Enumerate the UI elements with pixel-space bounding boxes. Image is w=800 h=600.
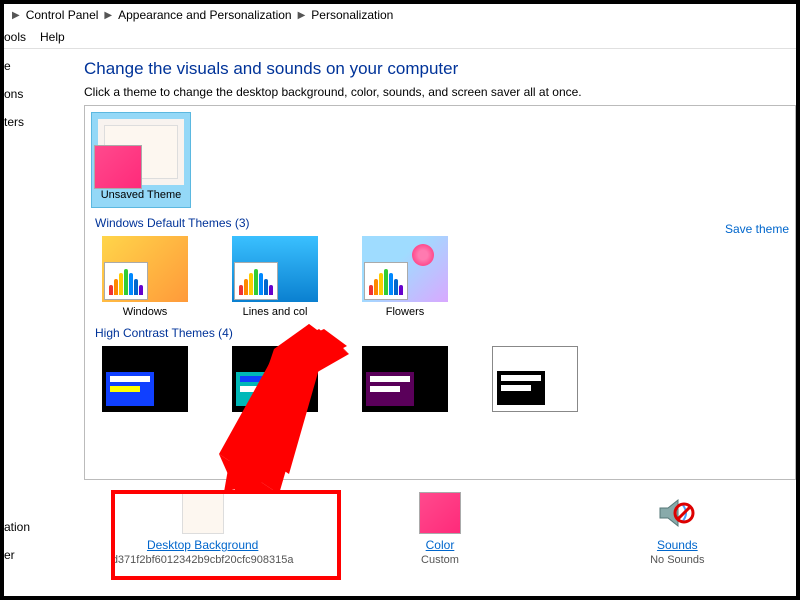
crumb-control-panel[interactable]: Control Panel (26, 8, 99, 22)
crumb-appearance[interactable]: Appearance and Personalization (118, 8, 291, 22)
themes-container: Unsaved Theme Save theme Windows Default… (84, 105, 796, 480)
theme-lines[interactable]: Lines and col (225, 236, 325, 318)
theme-hc1[interactable] (95, 346, 195, 412)
page-heading: Change the visuals and sounds on your co… (84, 59, 796, 79)
sidebar-item[interactable]: ation (4, 520, 34, 534)
menubar: ools Help (4, 26, 796, 49)
page-subhead: Click a theme to change the desktop back… (84, 85, 796, 99)
color-icon (419, 492, 461, 534)
menu-tools[interactable]: ools (4, 30, 26, 44)
hc-window-icon (366, 372, 414, 406)
theme-thumb (102, 346, 188, 412)
theme-unsaved[interactable]: Unsaved Theme (91, 112, 191, 208)
theme-thumb (362, 236, 448, 302)
color-option[interactable]: Color Custom (340, 492, 540, 566)
theme-label: Flowers (386, 306, 425, 318)
chevron-right-icon: ▶ (298, 10, 306, 21)
theme-flowers[interactable]: Flowers (355, 236, 455, 318)
color-link[interactable]: Color (426, 538, 455, 552)
theme-hc-black[interactable] (355, 346, 455, 412)
theme-hc-white[interactable] (485, 346, 585, 412)
theme-thumb (98, 119, 184, 185)
theme-thumb (492, 346, 578, 412)
theme-thumb (232, 236, 318, 302)
crumb-personalization[interactable]: Personalization (311, 8, 393, 22)
fan-icon (234, 262, 278, 300)
sounds-value: No Sounds (650, 554, 704, 566)
theme-label: Windows (123, 306, 168, 318)
hc-window-icon (106, 372, 154, 406)
theme-windows[interactable]: Windows (95, 236, 195, 318)
color-value: Custom (421, 554, 459, 566)
sidebar-item[interactable]: e (4, 59, 34, 73)
color-swatch-icon (94, 145, 142, 189)
group-default-label: Windows Default Themes (3) (95, 216, 795, 230)
breadcrumb[interactable]: ▶ Control Panel ▶ Appearance and Persona… (4, 4, 796, 26)
fan-icon (364, 262, 408, 300)
sidebar-item[interactable]: ons (4, 87, 34, 101)
default-themes-row: Windows Lines and col Flowers (85, 236, 795, 318)
theme-thumb (362, 346, 448, 412)
sidebar: e ons ters (4, 49, 34, 595)
hc-themes-row (85, 346, 795, 412)
annotation-highlight (111, 490, 341, 580)
sounds-icon (656, 492, 698, 534)
sidebar-item[interactable]: er (4, 548, 34, 562)
sounds-link[interactable]: Sounds (657, 538, 698, 552)
sidebar-item[interactable]: ters (4, 115, 34, 129)
group-hc-label: High Contrast Themes (4) (95, 326, 795, 340)
sounds-option[interactable]: Sounds No Sounds (577, 492, 777, 566)
hc-window-icon (497, 371, 545, 405)
chevron-right-icon: ▶ (12, 10, 20, 21)
sidebar-bottom: ation er (4, 520, 34, 576)
chevron-right-icon: ▶ (104, 10, 112, 21)
menu-help[interactable]: Help (40, 30, 65, 44)
theme-label: Unsaved Theme (98, 189, 184, 201)
annotation-arrow-icon (219, 324, 349, 494)
save-theme-link[interactable]: Save theme (725, 222, 789, 236)
theme-label: Lines and col (243, 306, 308, 318)
fan-icon (104, 262, 148, 300)
theme-thumb (102, 236, 188, 302)
